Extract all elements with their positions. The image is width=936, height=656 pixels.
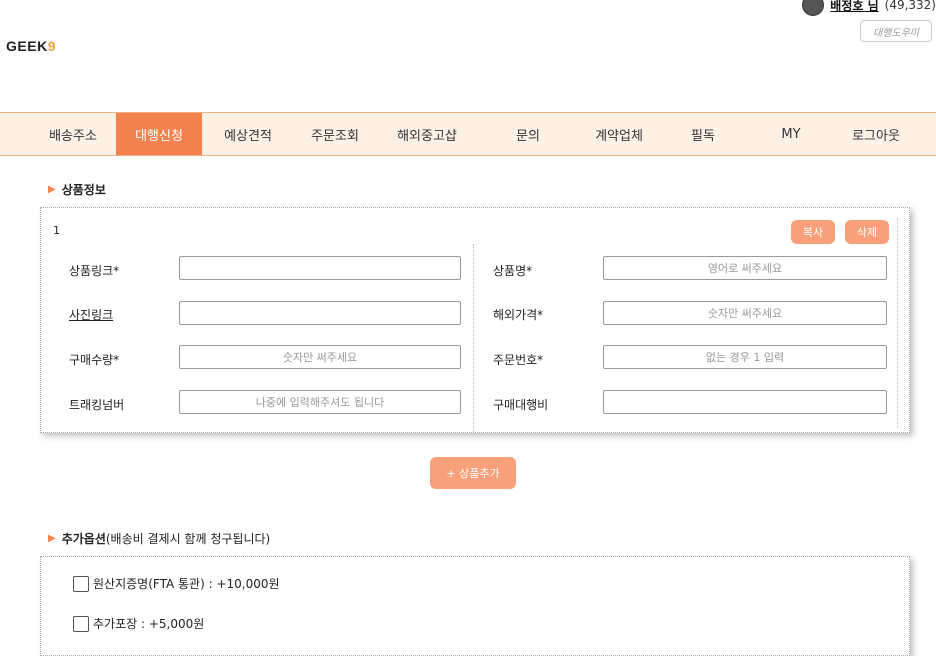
nav-item-shipping-address[interactable]: 배송주소 — [30, 113, 116, 155]
photo-link-label[interactable]: 사진링크 — [69, 306, 113, 323]
points-value: (49,332) — [884, 0, 936, 12]
option-label: 추가포장 : +5,000원 — [93, 617, 205, 631]
order-number-input[interactable] — [603, 345, 887, 369]
option-label: 원산지증명(FTA 통관) : +10,000원 — [93, 577, 280, 591]
triangle-icon: ▶ — [48, 184, 56, 195]
item-number: 1 — [53, 224, 60, 237]
logo[interactable]: GEEK9 — [6, 38, 56, 54]
nav-item-my[interactable]: MY — [746, 113, 836, 155]
nav-item-estimate[interactable]: 예상견적 — [202, 113, 294, 155]
product-card: 1 복사 삭제 상품링크* 사진링크 구매수량* 트래킹넘버 상품명* 해외가격… — [40, 207, 910, 434]
quantity-label: 구매수량* — [69, 353, 120, 367]
product-link-label: 상품링크* — [69, 264, 120, 278]
main-nav: 배송주소 대행신청 예상견적 주문조회 해외중고샵 문의 계약업체 필독 MY … — [0, 112, 936, 156]
options-card: 원산지증명(FTA 통관) : +10,000원 추가포장 : +5,000원 — [40, 556, 910, 656]
options-section-title: ▶ 추가옵션 (배송비 결제시 함께 청구됩니다) — [48, 532, 271, 546]
user-name-link[interactable]: 배정호 님 — [830, 0, 878, 14]
avatar — [802, 0, 825, 16]
packing-checkbox[interactable] — [73, 615, 89, 632]
triangle-icon: ▶ — [48, 533, 56, 544]
product-section-title: ▶ 상품정보 — [48, 183, 106, 197]
nav-item-order-lookup[interactable]: 주문조회 — [294, 113, 376, 155]
tracking-input[interactable] — [179, 390, 461, 414]
option-fta[interactable]: 원산지증명(FTA 통관) : +10,000원 — [73, 575, 280, 592]
overseas-price-label: 해외가격* — [493, 308, 544, 322]
user-info: 배정호 님 (49,332) — [802, 0, 936, 16]
helper-button[interactable]: 대행도우미 — [860, 20, 932, 42]
tracking-label: 트래킹넘버 — [69, 398, 125, 412]
agency-fee-label: 구매대행비 — [493, 398, 549, 412]
quantity-input[interactable] — [179, 345, 461, 369]
option-extra-packing[interactable]: 추가포장 : +5,000원 — [73, 615, 204, 632]
options-note: (배송비 결제시 함께 청구됩니다) — [105, 532, 271, 546]
order-number-label: 주문번호* — [493, 353, 544, 367]
delete-button[interactable]: 삭제 — [845, 220, 889, 244]
fta-checkbox[interactable] — [73, 575, 89, 592]
copy-button[interactable]: 복사 — [791, 220, 835, 244]
nav-item-logout[interactable]: 로그아웃 — [836, 113, 916, 155]
add-product-button[interactable]: + 상품추가 — [430, 457, 516, 489]
nav-item-must-read[interactable]: 필독 — [660, 113, 746, 155]
right-divider — [897, 218, 898, 428]
product-name-label: 상품명* — [493, 264, 533, 278]
nav-item-purchase-request[interactable]: 대행신청 — [116, 113, 202, 155]
nav-item-inquiry[interactable]: 문의 — [478, 113, 578, 155]
nav-item-used-shop[interactable]: 해외중고샵 — [376, 113, 478, 155]
column-divider — [473, 244, 474, 434]
product-name-input[interactable] — [603, 256, 887, 280]
agency-fee-input[interactable] — [603, 390, 887, 414]
overseas-price-input[interactable] — [603, 301, 887, 325]
nav-item-partners[interactable]: 계약업체 — [578, 113, 660, 155]
product-link-input[interactable] — [179, 256, 461, 280]
photo-link-input[interactable] — [179, 301, 461, 325]
